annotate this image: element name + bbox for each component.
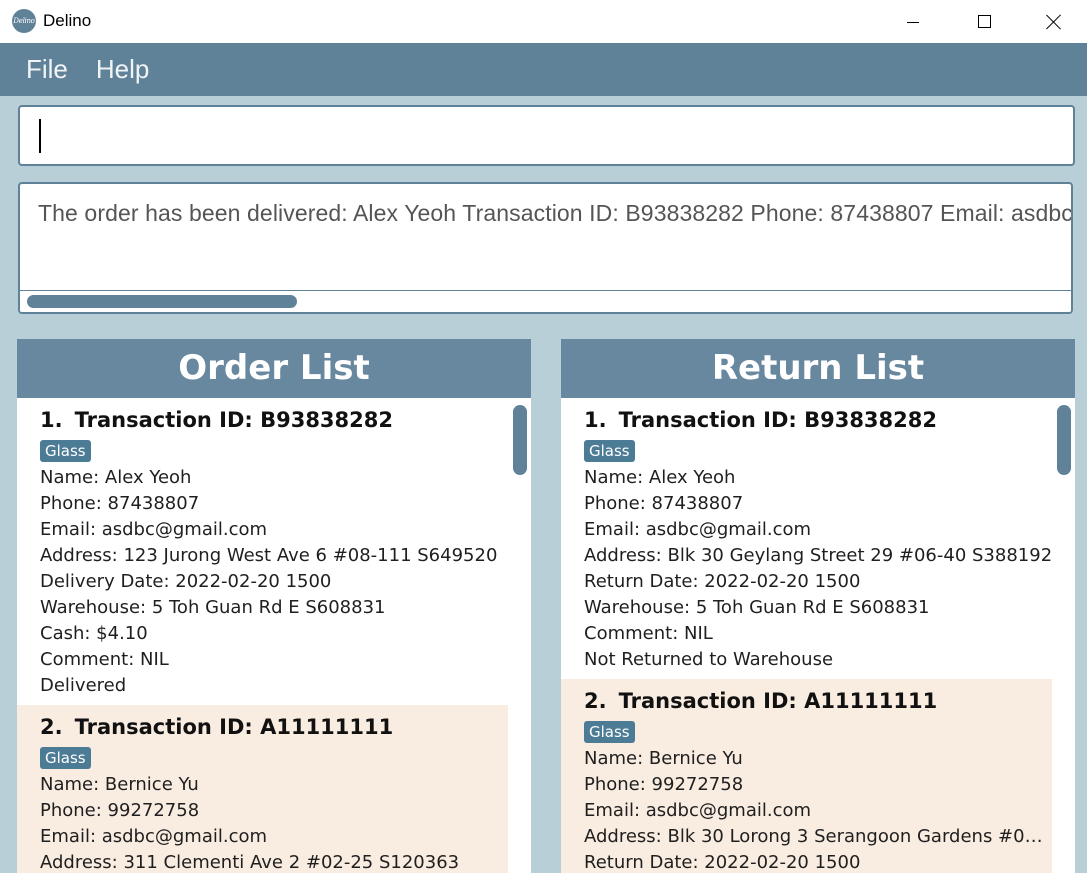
app-logo-icon: Delino [12,9,36,33]
title-bar: Delino Delino [0,0,1087,43]
return-date: Return Date: 2022-02-20 1500 [584,571,861,592]
order-card[interactable]: 1. Transaction ID: B93838282 Glass Name: … [17,398,531,705]
order-email: Email: asdbc@gmail.com [40,826,268,847]
text-caret [39,119,41,153]
minimize-button[interactable] [880,0,946,43]
order-delivery-date: Delivery Date: 2022-02-20 1500 [40,571,332,592]
order-phone: Phone: 99272758 [40,800,200,821]
transaction-id: Transaction ID: B93838282 [618,408,937,432]
window-title: Delino [43,11,92,30]
category-tag: Glass [40,747,91,769]
order-list-title: Order List [17,339,531,398]
return-list-title: Return List [561,339,1075,398]
return-card-title: 1. Transaction ID: B93838282 [584,408,1055,432]
order-card-title: 1. Transaction ID: B93838282 [40,408,511,432]
order-warehouse: Warehouse: 5 Toh Guan Rd E S608831 [40,597,386,618]
order-email: Email: asdbc@gmail.com [40,519,268,540]
return-name: Name: Alex Yeoh [584,467,736,488]
category-tag: Glass [584,721,635,743]
order-address: Address: 311 Clementi Ave 2 #02-25 S1203… [40,852,460,873]
return-card[interactable]: 1. Transaction ID: B93838282 Glass Name: … [561,398,1075,679]
category-tag: Glass [40,440,91,462]
order-list-panel: Order List 1. Transaction ID: B93838282 G… [17,339,531,873]
result-display: The order has been delivered: Alex Yeoh … [18,182,1073,314]
return-name: Name: Bernice Yu [584,748,743,769]
order-index: 1. [40,408,63,432]
close-icon [1046,14,1062,30]
menu-help[interactable]: Help [96,54,149,85]
return-email: Email: asdbc@gmail.com [584,800,812,821]
return-phone: Phone: 99272758 [584,774,744,795]
order-status: Delivered [40,675,127,696]
return-address: Address: Blk 30 Lorong 3 Serangoon Garde… [584,826,1045,847]
return-list-panel: Return List 1. Transaction ID: B93838282 … [561,339,1075,873]
order-phone: Phone: 87438807 [40,493,200,514]
maximize-button[interactable] [951,0,1017,43]
order-card-title: 2. Transaction ID: A11111111 [40,715,488,739]
transaction-id: Transaction ID: A11111111 [618,689,938,713]
order-cash: Cash: $4.10 [40,623,148,644]
result-message: The order has been delivered: Alex Yeoh … [38,200,1073,226]
minimize-icon [907,22,919,23]
menu-file[interactable]: File [26,54,68,85]
order-list-scrollbar[interactable] [513,405,527,475]
return-date: Return Date: 2022-02-20 1500 [584,852,861,873]
order-address: Address: 123 Jurong West Ave 6 #08-111 S… [40,545,498,566]
horizontal-scrollbar[interactable] [20,290,1071,312]
transaction-id: Transaction ID: A11111111 [74,715,394,739]
return-list-scrollbar[interactable] [1057,405,1071,475]
return-warehouse: Warehouse: 5 Toh Guan Rd E S608831 [584,597,930,618]
return-comment: Comment: NIL [584,623,713,644]
order-name: Name: Bernice Yu [40,774,199,795]
maximize-icon [977,15,991,28]
return-status: Not Returned to Warehouse [584,649,834,670]
order-name: Name: Alex Yeoh [40,467,192,488]
order-comment: Comment: NIL [40,649,169,670]
transaction-id: Transaction ID: B93838282 [74,408,393,432]
category-tag: Glass [584,440,635,462]
horizontal-scroll-thumb[interactable] [27,295,297,308]
return-address: Address: Blk 30 Geylang Street 29 #06-40… [584,545,1053,566]
return-card-title: 2. Transaction ID: A11111111 [584,689,1032,713]
return-card[interactable]: 2. Transaction ID: A11111111 Glass Name: … [561,679,1052,873]
return-email: Email: asdbc@gmail.com [584,519,812,540]
return-index: 1. [584,408,607,432]
order-index: 2. [40,715,63,739]
order-card[interactable]: 2. Transaction ID: A11111111 Glass Name: … [17,705,508,873]
return-index: 2. [584,689,607,713]
app-window: Delino Delino File Help The order has be… [0,0,1087,873]
return-phone: Phone: 87438807 [584,493,744,514]
close-button[interactable] [1021,0,1087,43]
command-input[interactable] [18,105,1075,166]
menu-bar: File Help [0,43,1087,96]
